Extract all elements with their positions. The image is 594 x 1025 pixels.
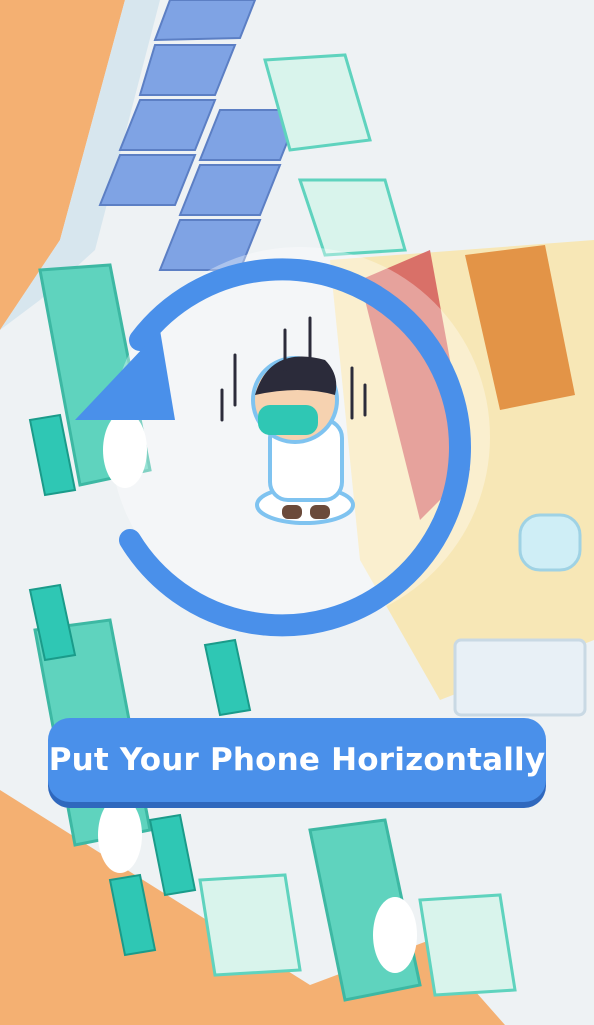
orientation-message: Put Your Phone Horizontally <box>48 742 546 778</box>
water-cooler <box>518 513 582 572</box>
orientation-banner: Put Your Phone Horizontally <box>48 718 546 802</box>
wall-panel <box>453 638 587 717</box>
hospital-scene <box>0 0 594 1025</box>
